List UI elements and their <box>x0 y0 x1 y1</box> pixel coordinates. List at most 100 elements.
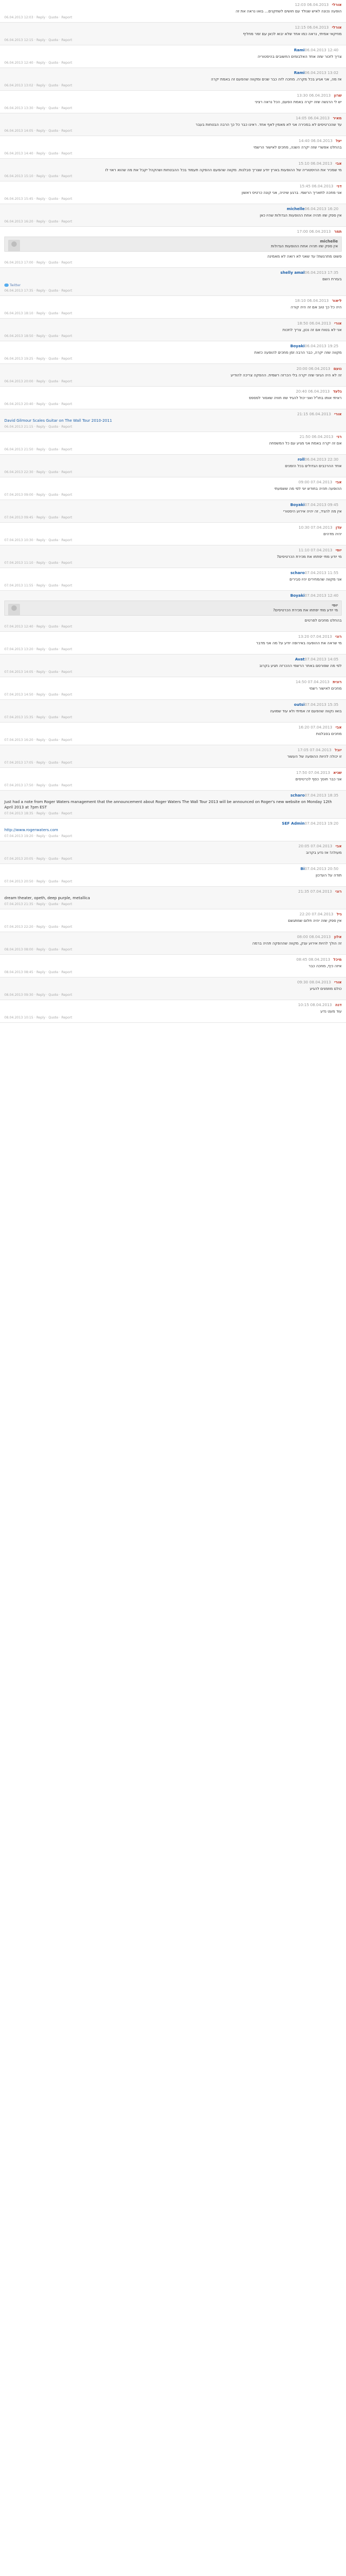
comment-author[interactable]: scharo <box>290 571 304 575</box>
twitter-icon[interactable] <box>4 284 9 287</box>
comment-author[interactable]: אורלי <box>332 3 342 7</box>
comment-author[interactable]: יעל <box>336 139 342 143</box>
comment-author[interactable]: רוני <box>335 889 342 894</box>
comment-actions[interactable]: 08.04.2013 08:00 · Reply · Quote · Repor… <box>4 948 342 952</box>
comment-author[interactable]: שרון <box>334 93 342 98</box>
comment-actions[interactable]: 06.04.2013 14:05 · Reply · Quote · Repor… <box>4 129 342 133</box>
comment-actions[interactable]: 06.04.2013 13:30 · Reply · Quote · Repor… <box>4 106 342 110</box>
comment-actions[interactable]: 07.04.2013 09:00 · Reply · Quote · Repor… <box>4 493 342 497</box>
comment-author[interactable]: אלון <box>334 935 342 939</box>
comment-actions[interactable]: 06.04.2013 12:03 · Reply · Quote · Repor… <box>4 16 342 19</box>
comment-actions[interactable]: 06.04.2013 15:10 · Reply · Quote · Repor… <box>4 174 342 178</box>
comment-author[interactable]: יוסי <box>336 548 342 552</box>
comment: שרון06.04.2013 13:30 יש לי הרגשה שזה יקרה… <box>0 91 346 113</box>
comment-author[interactable]: roll <box>297 457 304 462</box>
comment-date: 07.04.2013 13:20 <box>298 635 332 639</box>
comment-actions[interactable]: 07.04.2013 09:45 · Reply · Quote · Repor… <box>4 516 342 520</box>
comment-actions[interactable]: 08.04.2013 08:45 · Reply · Quote · Repor… <box>4 970 342 974</box>
comment-actions[interactable]: 06.04.2013 18:50 · Reply · Quote · Repor… <box>4 334 342 338</box>
comment-author[interactable]: רונית <box>332 680 342 684</box>
comment-date: 06.04.2013 21:15 <box>297 412 331 416</box>
comment-author[interactable]: תמר <box>334 230 342 234</box>
comment-actions[interactable]: 06.04.2013 17:35 · Reply · Quote · Repor… <box>4 289 342 293</box>
comment-actions[interactable]: 06.04.2013 21:50 · Reply · Quote · Repor… <box>4 448 342 451</box>
comment-actions[interactable]: 07.04.2013 16:20 · Reply · Quote · Repor… <box>4 738 342 742</box>
comment-author[interactable]: Rami <box>294 48 305 52</box>
comment-link[interactable]: http://www.rogerwaters.com <box>4 828 58 832</box>
comment-author[interactable]: עדן <box>336 525 342 530</box>
comment-author[interactable]: גיל <box>337 912 342 916</box>
comment-actions[interactable]: 07.04.2013 13:20 · Reply · Quote · Repor… <box>4 648 342 651</box>
comment-actions[interactable]: 06.04.2013 18:10 · Reply · Quote · Repor… <box>4 312 342 315</box>
comment-date: 06.04.2013 18:10 <box>295 299 329 303</box>
comment-actions[interactable]: 07.04.2013 22:20 · Reply · Quote · Repor… <box>4 925 342 929</box>
comment-author[interactable]: נועם <box>334 367 342 371</box>
comment-actions[interactable]: 07.04.2013 18:35 · Reply · Quote · Repor… <box>4 812 342 815</box>
comment-author[interactable]: אבי <box>336 480 342 484</box>
comment-actions[interactable]: 06.04.2013 21:15 · Reply · Quote · Repor… <box>4 425 342 429</box>
comment-author[interactable]: אבי <box>336 161 342 166</box>
comment-actions[interactable]: 06.04.2013 12:40 · Reply · Quote · Repor… <box>4 61 342 65</box>
comment-actions[interactable]: 07.04.2013 14:05 · Reply · Quote · Repor… <box>4 670 342 674</box>
comment-actions[interactable]: 06.04.2013 20:00 · Reply · Quote · Repor… <box>4 380 342 383</box>
comment-author[interactable]: Rami <box>294 71 305 75</box>
comment-body: dream theater, opeth, deep purple, metal… <box>4 896 90 900</box>
comment-actions[interactable]: 07.04.2013 12:40 · Reply · Quote · Repor… <box>4 625 342 629</box>
comment-author[interactable]: michelle <box>287 207 304 211</box>
comment-author[interactable]: shelly amal <box>281 271 305 275</box>
comment-actions[interactable]: 08.04.2013 09:30 · Reply · Quote · Repor… <box>4 993 342 997</box>
comment-actions[interactable]: 07.04.2013 10:30 · Reply · Quote · Repor… <box>4 538 342 542</box>
avatar <box>8 604 20 616</box>
comment-actions[interactable]: 07.04.2013 15:35 · Reply · Quote · Repor… <box>4 716 342 719</box>
comment-actions[interactable]: 06.04.2013 15:45 · Reply · Quote · Repor… <box>4 197 342 201</box>
comment-actions[interactable]: 06.04.2013 16:20 · Reply · Quote · Repor… <box>4 220 342 224</box>
comment-author[interactable]: Avat <box>295 657 305 662</box>
comment-author[interactable]: Boyaki <box>290 503 305 507</box>
comment-actions[interactable]: 06.04.2013 20:40 · Reply · Quote · Repor… <box>4 402 342 406</box>
comment-author[interactable]: אבי <box>336 844 342 848</box>
comment-author[interactable]: מאיר <box>333 116 342 120</box>
comment-author[interactable]: יובל <box>335 748 342 752</box>
comment-author[interactable]: אורי <box>334 412 342 416</box>
comment-author[interactable]: SEF Admin <box>282 821 304 826</box>
comment-actions[interactable]: 07.04.2013 17:05 · Reply · Quote · Repor… <box>4 761 342 765</box>
comment-author[interactable]: outsi <box>294 703 305 707</box>
comment-author[interactable]: אורי <box>334 980 342 984</box>
comment: אלון08.04.2013 08:00 זה הולך להיות אירוע … <box>0 932 346 955</box>
comment-author[interactable]: רני <box>337 435 342 439</box>
comment-actions[interactable]: 06.04.2013 12:15 · Reply · Quote · Repor… <box>4 38 342 42</box>
comment-actions[interactable]: 06.04.2013 14:40 · Reply · Quote · Repor… <box>4 152 342 156</box>
comment-author[interactable]: דנה <box>335 1003 342 1007</box>
comment-actions[interactable]: 07.04.2013 14:50 · Reply · Quote · Repor… <box>4 693 342 697</box>
comment-actions[interactable]: 07.04.2013 17:50 · Reply · Quote · Repor… <box>4 784 342 787</box>
comment-author[interactable]: אורלי <box>332 25 342 30</box>
comment-actions[interactable]: 07.04.2013 19:20 · Reply · Quote · Repor… <box>4 834 342 838</box>
comment-author[interactable]: אבי <box>336 725 342 730</box>
comment-actions[interactable]: 07.04.2013 20:50 · Reply · Quote · Repor… <box>4 880 342 884</box>
comment-author[interactable]: גלעד <box>333 389 342 394</box>
comment-actions[interactable]: 06.04.2013 13:02 · Reply · Quote · Repor… <box>4 84 342 87</box>
comment-author[interactable]: רוני <box>335 635 342 639</box>
share-row[interactable]: Twitter <box>4 283 342 287</box>
comment-date: 07.04.2013 15:35 <box>304 703 338 707</box>
comment-author[interactable]: Bi <box>301 867 305 871</box>
comment-actions[interactable]: 07.04.2013 20:05 · Reply · Quote · Repor… <box>4 857 342 861</box>
comment-author[interactable]: scharo <box>290 793 304 798</box>
comment-actions[interactable]: 06.04.2013 17:00 · Reply · Quote · Repor… <box>4 261 342 265</box>
comment: SEF Admin07.04.2013 19:20 http://www.roge… <box>0 819 346 841</box>
comment-actions[interactable]: 07.04.2013 21:35 · Reply · Quote · Repor… <box>4 902 342 906</box>
comment-actions[interactable]: 07.04.2013 11:10 · Reply · Quote · Repor… <box>4 561 342 565</box>
comment-actions[interactable]: 06.04.2013 19:25 · Reply · Quote · Repor… <box>4 357 342 361</box>
comment-link[interactable]: David Gilmour Scales Guitar on The Wall … <box>4 419 112 423</box>
comment-actions[interactable]: 08.04.2013 10:15 · Reply · Quote · Repor… <box>4 1016 342 1020</box>
comment-author[interactable]: Boyaki <box>290 594 305 598</box>
comment-author[interactable]: מיכל <box>334 957 342 962</box>
comment-author[interactable]: שגיא <box>333 771 342 775</box>
comment-author[interactable]: ליאור <box>332 299 342 303</box>
share-label[interactable]: Twitter <box>10 284 21 287</box>
comment-author[interactable]: דני <box>337 184 342 188</box>
comment-author[interactable]: Boyaki <box>290 344 305 348</box>
comment-actions[interactable]: 07.04.2013 11:55 · Reply · Quote · Repor… <box>4 584 342 588</box>
comment-author[interactable]: אורי <box>334 321 342 326</box>
comment-actions[interactable]: 06.04.2013 22:30 · Reply · Quote · Repor… <box>4 470 342 474</box>
